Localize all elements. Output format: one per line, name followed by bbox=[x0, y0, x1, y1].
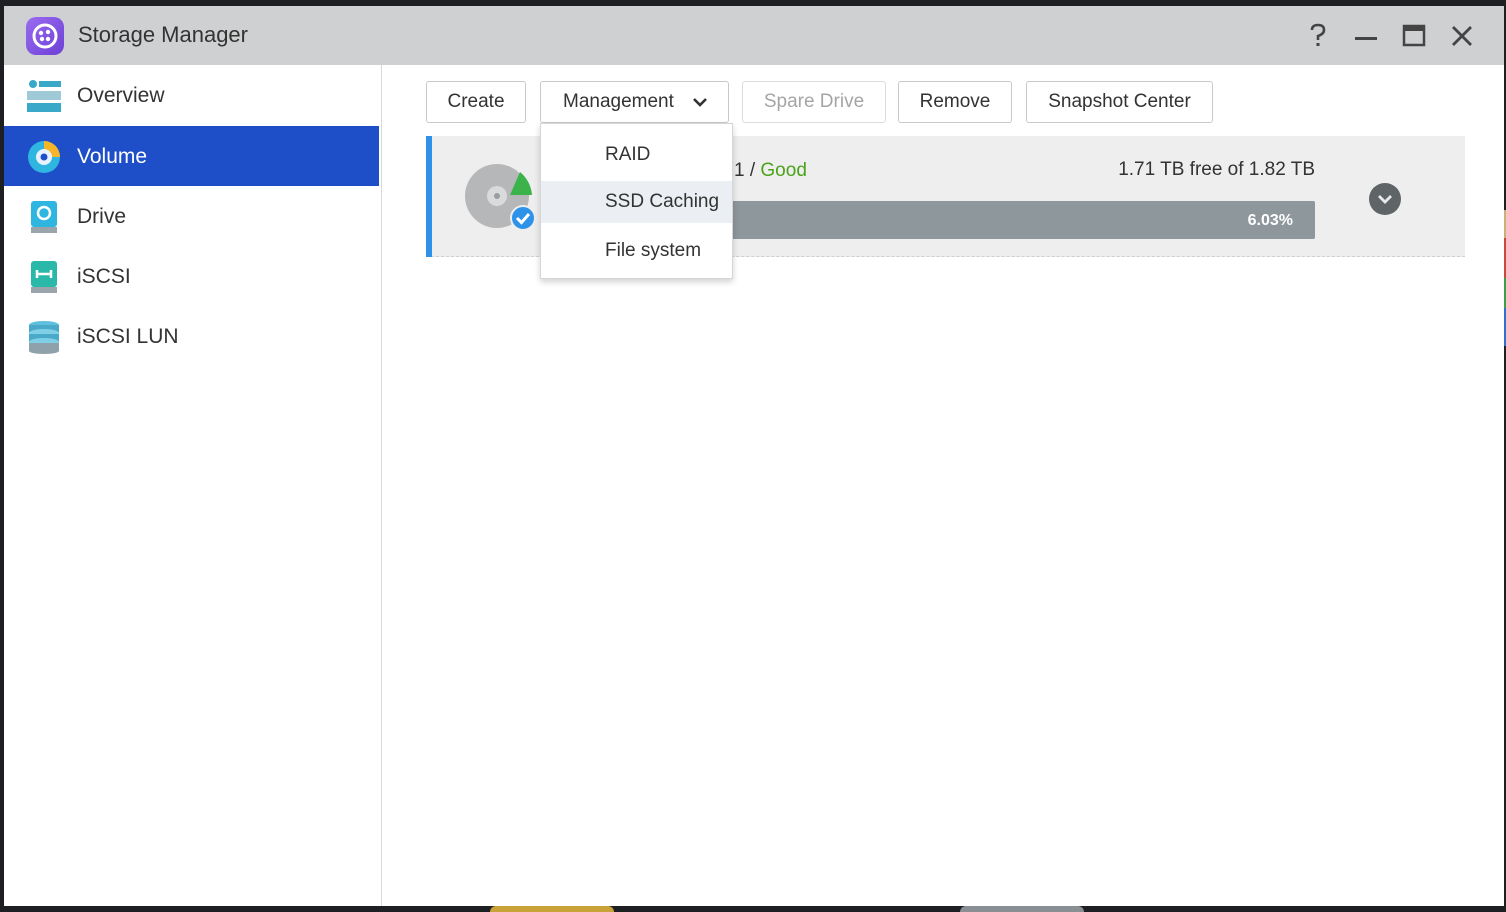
sidebar-item-overview[interactable]: Overview bbox=[4, 65, 379, 125]
spare-drive-button-label: Spare Drive bbox=[763, 91, 865, 112]
create-button-label: Create bbox=[447, 91, 505, 112]
management-dropdown-menu: RAID SSD Caching File system bbox=[540, 123, 733, 279]
maximize-icon[interactable] bbox=[1398, 20, 1430, 52]
title-bar: Storage Manager bbox=[4, 6, 1504, 65]
iscsi-lun-icon bbox=[26, 319, 62, 355]
background-blob bbox=[960, 906, 1084, 912]
iscsi-icon bbox=[26, 259, 62, 295]
storage-manager-app-icon bbox=[26, 17, 64, 55]
sidebar-item-label: iSCSI bbox=[77, 265, 131, 288]
chevron-down-icon bbox=[691, 93, 709, 117]
storage-manager-window: Storage Manager Overview Volume Drive iS… bbox=[4, 6, 1504, 906]
remove-button-label: Remove bbox=[919, 91, 991, 112]
minimize-icon[interactable] bbox=[1350, 20, 1382, 52]
volume-disk-icon bbox=[464, 162, 540, 237]
volume-status-good: Good bbox=[760, 160, 807, 181]
create-button[interactable]: Create bbox=[426, 81, 526, 123]
volume-capacity: 1.71 TB free of 1.82 TB bbox=[1118, 159, 1315, 180]
volume-row-accent bbox=[426, 136, 432, 257]
help-icon[interactable] bbox=[1302, 20, 1334, 52]
window-title: Storage Manager bbox=[78, 22, 248, 47]
management-button[interactable]: Management bbox=[540, 81, 729, 123]
drive-icon bbox=[26, 199, 62, 235]
volume-name-suffix: 1 / bbox=[734, 160, 756, 181]
background-blob bbox=[490, 906, 614, 912]
volume-usage-bar: 6.03% bbox=[726, 201, 1315, 239]
spare-drive-button[interactable]: Spare Drive bbox=[742, 81, 886, 123]
snapshot-center-button[interactable]: Snapshot Center bbox=[1026, 81, 1213, 123]
management-button-label: Management bbox=[563, 91, 674, 112]
remove-button[interactable]: Remove bbox=[898, 81, 1012, 123]
sidebar-item-iscsi-lun[interactable]: iSCSI LUN bbox=[4, 306, 379, 366]
overview-icon bbox=[26, 78, 62, 114]
sidebar-item-label: Drive bbox=[77, 205, 127, 228]
volume-icon bbox=[26, 139, 62, 175]
snapshot-center-button-label: Snapshot Center bbox=[1048, 91, 1191, 112]
menu-item-raid[interactable]: RAID bbox=[541, 134, 732, 176]
chevron-down-icon bbox=[1378, 195, 1392, 204]
sidebar-item-label: iSCSI LUN bbox=[77, 325, 179, 348]
sidebar-item-volume[interactable]: Volume bbox=[4, 126, 379, 186]
close-icon[interactable] bbox=[1446, 20, 1478, 52]
sidebar: Overview Volume Drive iSCSI iSCSI LUN bbox=[4, 65, 382, 906]
sidebar-item-label: Volume bbox=[77, 145, 148, 168]
expand-button[interactable] bbox=[1369, 183, 1401, 215]
volume-status: 1 / Good bbox=[734, 160, 807, 182]
menu-item-ssd-caching[interactable]: SSD Caching bbox=[541, 181, 732, 223]
menu-item-file-system[interactable]: File system bbox=[541, 230, 732, 272]
sidebar-item-drive[interactable]: Drive bbox=[4, 186, 379, 246]
volume-usage-label: 6.03% bbox=[1247, 212, 1293, 229]
sidebar-item-iscsi[interactable]: iSCSI bbox=[4, 246, 379, 306]
sidebar-item-label: Overview bbox=[77, 84, 165, 107]
